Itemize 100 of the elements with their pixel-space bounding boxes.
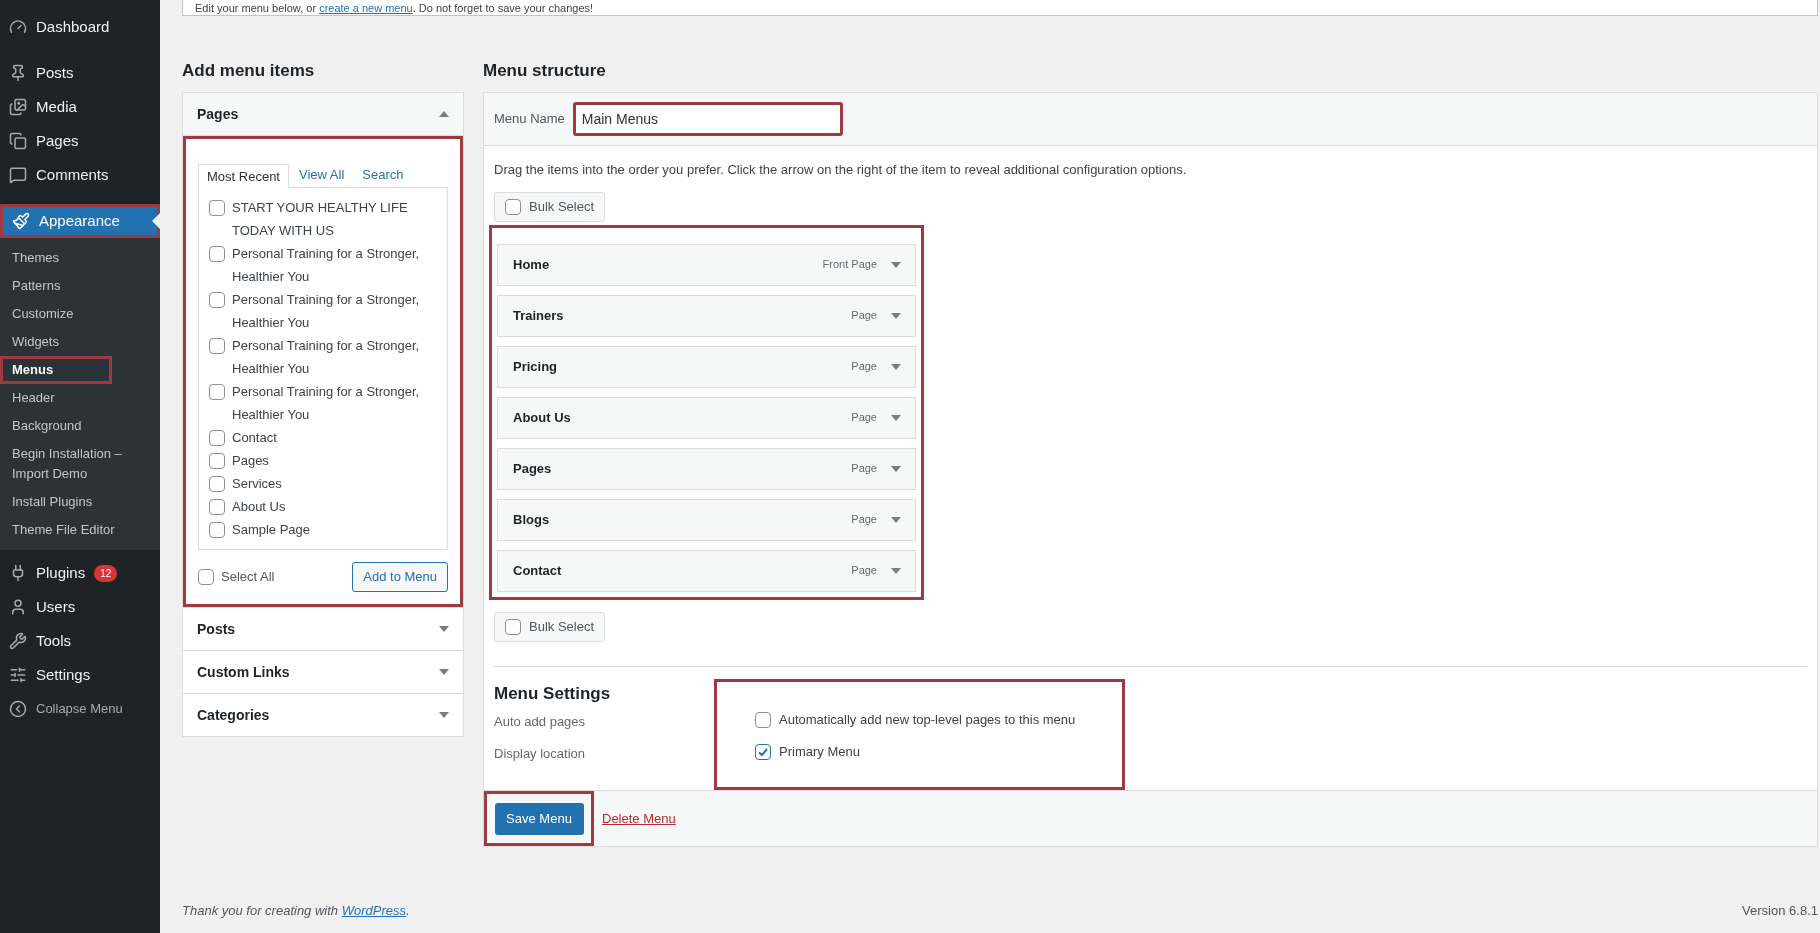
caret-icon[interactable] [439, 626, 449, 632]
submenu-item[interactable]: Background [0, 412, 160, 440]
caret-icon[interactable] [891, 465, 901, 472]
field-label: Menu Name [494, 110, 565, 129]
checkbox[interactable] [209, 475, 225, 492]
checkbox[interactable] [505, 198, 521, 215]
submenu-item[interactable]: Theme File Editor [0, 516, 160, 544]
submenu-item[interactable]: Install Plugins [0, 488, 160, 516]
menu-item[interactable]: Collapse Menu [0, 692, 160, 726]
option-label: Automatically add new top-level pages to this menu [779, 711, 1076, 730]
caret-icon[interactable] [891, 363, 901, 370]
checkbox[interactable] [209, 199, 225, 216]
speech-bubble-icon [9, 166, 27, 184]
menu-name-field[interactable]: Main Menus [572, 102, 843, 136]
caret-icon[interactable] [891, 516, 901, 523]
caret-icon[interactable] [439, 111, 449, 117]
menu-label: Media [36, 96, 77, 117]
accordion-header[interactable]: Pages [183, 93, 463, 136]
menu-item[interactable]: Dashboard [0, 10, 160, 44]
add-to-menu-button[interactable]: Add to Menu [352, 562, 448, 592]
submenu-item[interactable]: Themes [0, 244, 160, 272]
caret-icon[interactable] [891, 312, 901, 319]
menu-item-bar[interactable]: Pricing Page [497, 345, 916, 388]
page-title: About Us [232, 498, 286, 516]
checkbox[interactable] [209, 383, 225, 400]
checkbox[interactable] [505, 618, 521, 635]
menu-item[interactable]: Tools [0, 624, 160, 658]
page-title: START YOUR HEALTHY LIFE TODAY WITH US [232, 199, 409, 240]
user-icon [9, 598, 27, 616]
bulk-select-button[interactable]: Bulk Select [494, 191, 606, 222]
menu-item-bar[interactable]: About Us Page [497, 396, 916, 439]
item-type: Page [851, 461, 877, 477]
tab[interactable]: View All [291, 163, 353, 187]
item-type: Page [851, 359, 877, 375]
create-menu-link[interactable]: create a new menu [319, 2, 413, 14]
caret-icon[interactable] [439, 669, 449, 675]
menu-item[interactable]: Pages [0, 124, 160, 158]
caret-icon[interactable] [891, 261, 901, 268]
save-menu-button[interactable]: Save Menu [494, 802, 584, 835]
checkbox[interactable] [209, 337, 225, 354]
item-type: Page [851, 512, 877, 528]
notice-text: Edit your menu below, or create a new menu. Do not forget to save your changes! [195, 2, 594, 15]
gauge-icon [9, 18, 27, 36]
menu-item-title: Pages [513, 459, 553, 478]
checkbox[interactable] [198, 569, 214, 585]
count-badge: 12 [94, 564, 118, 582]
menu-item[interactable]: Comments [0, 158, 160, 192]
page-title: Sample Page [232, 521, 311, 539]
menu-item[interactable]: Appearance [0, 204, 160, 238]
menu-label: Dashboard [36, 16, 110, 37]
menu-item[interactable]: Posts [0, 56, 160, 90]
submenu-item[interactable]: Header [0, 384, 160, 412]
checkbox[interactable] [755, 712, 771, 728]
submenu-item[interactable]: Begin Installation – Import Demo [0, 440, 160, 488]
checkbox[interactable] [209, 452, 225, 469]
checkbox[interactable] [209, 498, 225, 515]
menu-item[interactable]: Media [0, 90, 160, 124]
wrench-icon [9, 632, 27, 650]
select-all-label: Select All [221, 568, 275, 587]
menu-item-title: Contact [513, 561, 563, 580]
menu-item-title: Blogs [513, 510, 551, 529]
pages-icon [9, 132, 27, 150]
menu-item-title: Pricing [513, 357, 559, 376]
menu-item[interactable]: Settings [0, 658, 160, 692]
section-heading: Add menu items [182, 60, 316, 82]
menu-item-bar[interactable]: Pages Page [497, 447, 916, 490]
settings-heading: Menu Settings [494, 682, 612, 705]
caret-icon[interactable] [439, 712, 449, 718]
collapse-icon [9, 700, 27, 718]
wordpress-link[interactable]: WordPress [341, 903, 406, 919]
menu-item[interactable]: Plugins 12 [0, 556, 160, 590]
page-title: Personal Training for a Stronger, Healthier You [232, 245, 421, 286]
menu-item[interactable]: Users [0, 590, 160, 624]
checkbox[interactable] [209, 429, 225, 446]
menu-item-bar[interactable]: Home Front Page [497, 243, 916, 286]
menu-label: Tools [36, 630, 72, 651]
instructions-text: Drag the items into the order you prefer. Click the arrow on the right of the item to reveal additional configuration options. [494, 161, 1188, 179]
menu-label: Pages [36, 130, 79, 151]
menu-item-title: Trainers [513, 306, 565, 325]
checkbox[interactable] [209, 521, 225, 538]
tab[interactable]: Search [354, 163, 412, 187]
delete-menu-link[interactable]: Delete Menu [602, 808, 676, 829]
submenu-item[interactable]: Customize [0, 300, 160, 328]
menu-item-bar[interactable]: Blogs Page [497, 498, 916, 541]
menu-item-bar[interactable]: Contact Page [497, 549, 916, 592]
submenu-item[interactable]: Menus [0, 356, 112, 384]
submenu-item[interactable]: Widgets [0, 328, 160, 356]
item-type: Page [851, 308, 877, 324]
caret-icon[interactable] [891, 414, 901, 421]
checkbox[interactable] [209, 291, 225, 308]
bulk-select-button[interactable]: Bulk Select [494, 611, 606, 642]
checkbox[interactable] [209, 245, 225, 262]
checkbox[interactable] [755, 744, 771, 760]
menu-label: Collapse Menu [36, 700, 123, 719]
menu-item-bar[interactable]: Trainers Page [497, 294, 916, 337]
caret-icon[interactable] [891, 567, 901, 574]
tab[interactable]: Most Recent [198, 164, 289, 188]
page-title: Personal Training for a Stronger, Healthier You [232, 383, 421, 424]
option-label: Primary Menu [779, 743, 860, 762]
submenu-item[interactable]: Patterns [0, 272, 160, 300]
